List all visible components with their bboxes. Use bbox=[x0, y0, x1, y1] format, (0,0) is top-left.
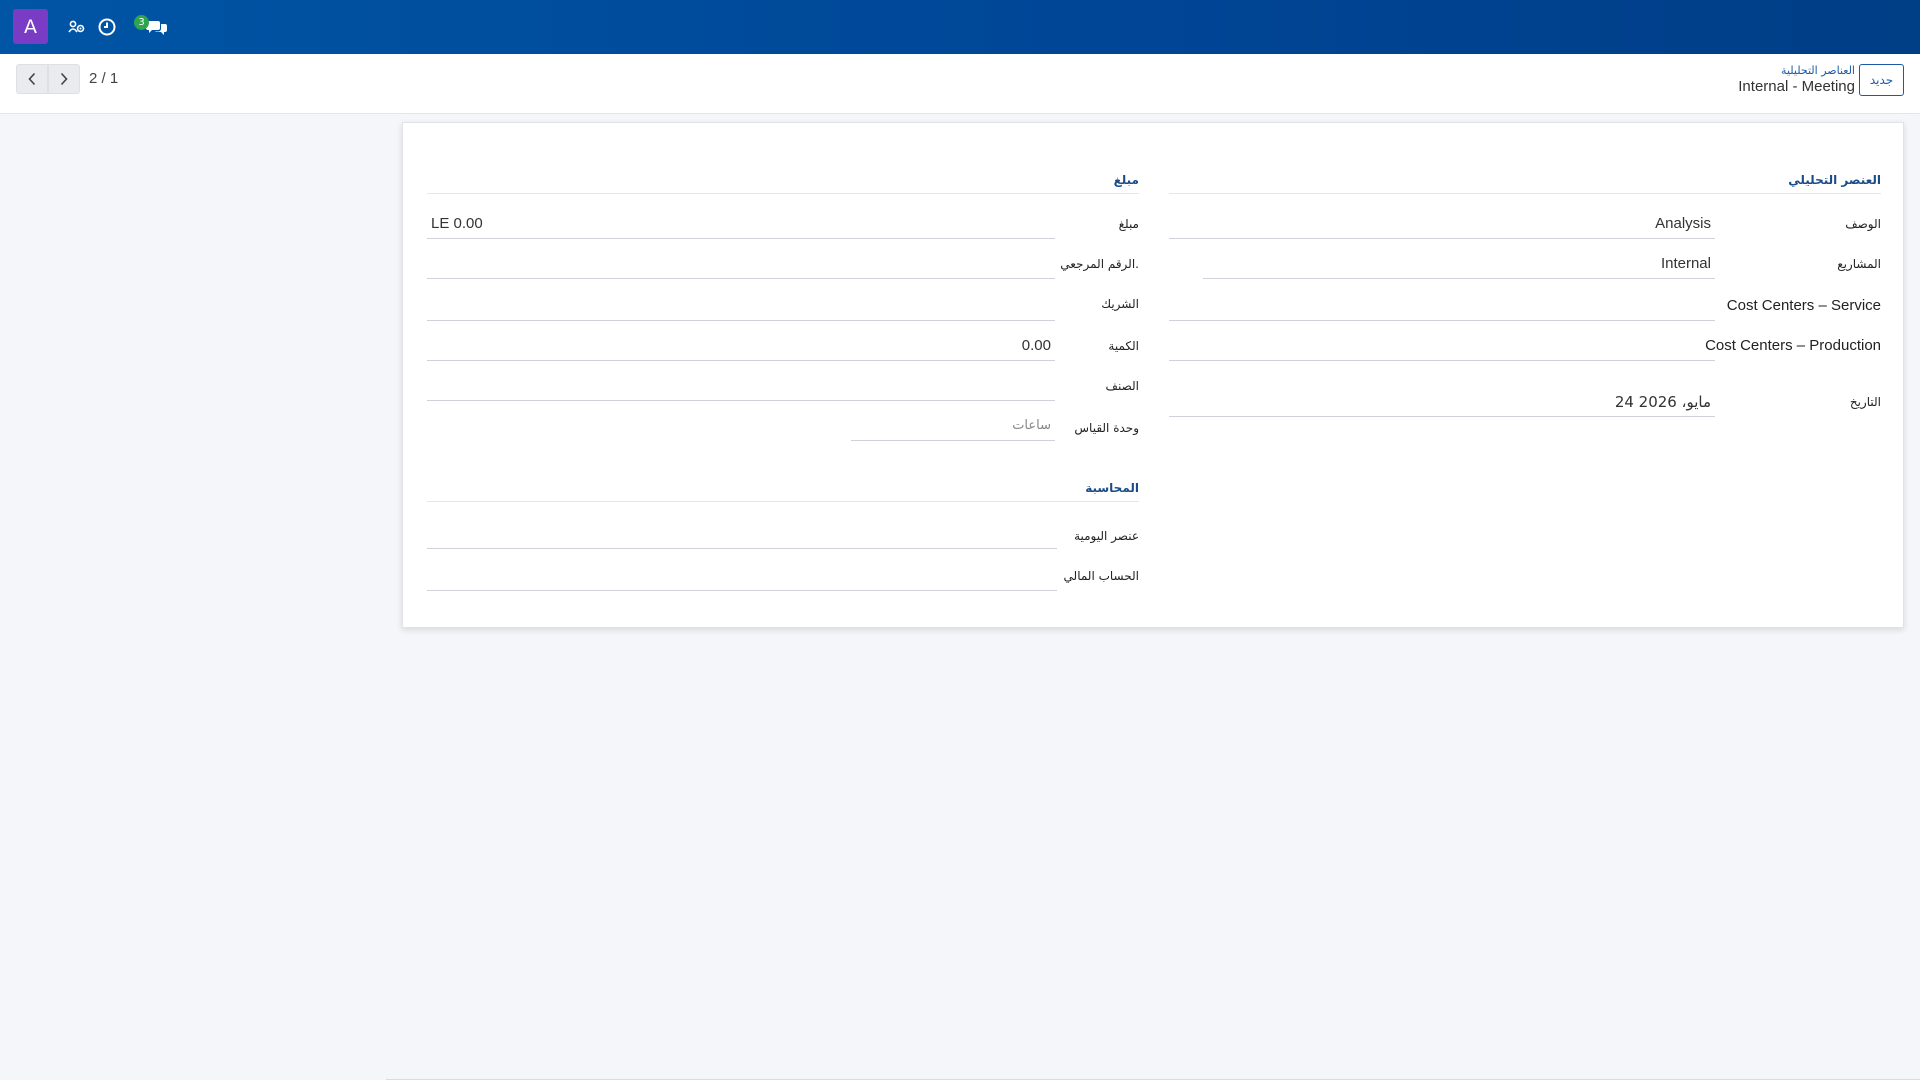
form-sheet: العنصر التحليلي الوصف Analysis المشاريع … bbox=[402, 122, 1904, 628]
chevron-left-icon bbox=[28, 72, 36, 86]
chevron-right-icon bbox=[60, 72, 68, 86]
label-projects: المشاريع bbox=[1837, 257, 1881, 271]
label-date: التاريخ bbox=[1849, 395, 1881, 409]
new-button[interactable]: جديد bbox=[1859, 64, 1904, 96]
journal-item-field[interactable] bbox=[427, 519, 1057, 549]
financial-account-field[interactable] bbox=[427, 561, 1057, 591]
reference-field[interactable] bbox=[427, 249, 1055, 279]
pager-next-button[interactable] bbox=[48, 64, 80, 94]
quantity-field[interactable]: 0.00 bbox=[427, 331, 1055, 361]
date-field[interactable]: 24 مايو، 2026 bbox=[1169, 387, 1715, 417]
label-cost-centers-service: Cost Centers – Service bbox=[1726, 297, 1881, 314]
description-field[interactable]: Analysis bbox=[1169, 209, 1715, 239]
amount-field[interactable]: LE 0.00 bbox=[427, 209, 1055, 239]
company-avatar[interactable]: A bbox=[13, 9, 48, 44]
breadcrumb-current: Internal - Meeting bbox=[1738, 78, 1855, 95]
users-gear-icon[interactable] bbox=[62, 14, 90, 40]
label-description: الوصف bbox=[1845, 217, 1881, 231]
breadcrumb-parent-link[interactable]: العناصر التحليلية bbox=[1738, 64, 1855, 77]
cost-centers-service-field[interactable] bbox=[1169, 291, 1715, 321]
pager-previous-button[interactable] bbox=[16, 64, 48, 94]
product-field[interactable] bbox=[427, 371, 1055, 401]
cost-centers-production-field[interactable] bbox=[1169, 331, 1715, 361]
group-title-accounting: المحاسبة bbox=[427, 481, 1139, 502]
group-title-amount: مبلغ bbox=[427, 173, 1139, 194]
clock-icon[interactable] bbox=[93, 14, 121, 40]
control-panel: 2 / 1 العناصر التحليلية Internal - Meeti… bbox=[0, 54, 1920, 114]
pager-value[interactable]: 2 / 1 bbox=[89, 70, 118, 87]
unit-of-measure-field[interactable]: ساعات bbox=[851, 411, 1055, 441]
top-navbar: A 3 bbox=[0, 0, 1920, 54]
chat-badge: 3 bbox=[134, 15, 149, 30]
partner-field[interactable] bbox=[427, 291, 1055, 321]
label-cost-centers-production: Cost Centers – Production bbox=[1705, 337, 1881, 354]
projects-field[interactable]: Internal bbox=[1203, 249, 1715, 279]
breadcrumb: العناصر التحليلية Internal - Meeting bbox=[1738, 64, 1855, 95]
group-title-analytic-item: العنصر التحليلي bbox=[1169, 173, 1881, 194]
